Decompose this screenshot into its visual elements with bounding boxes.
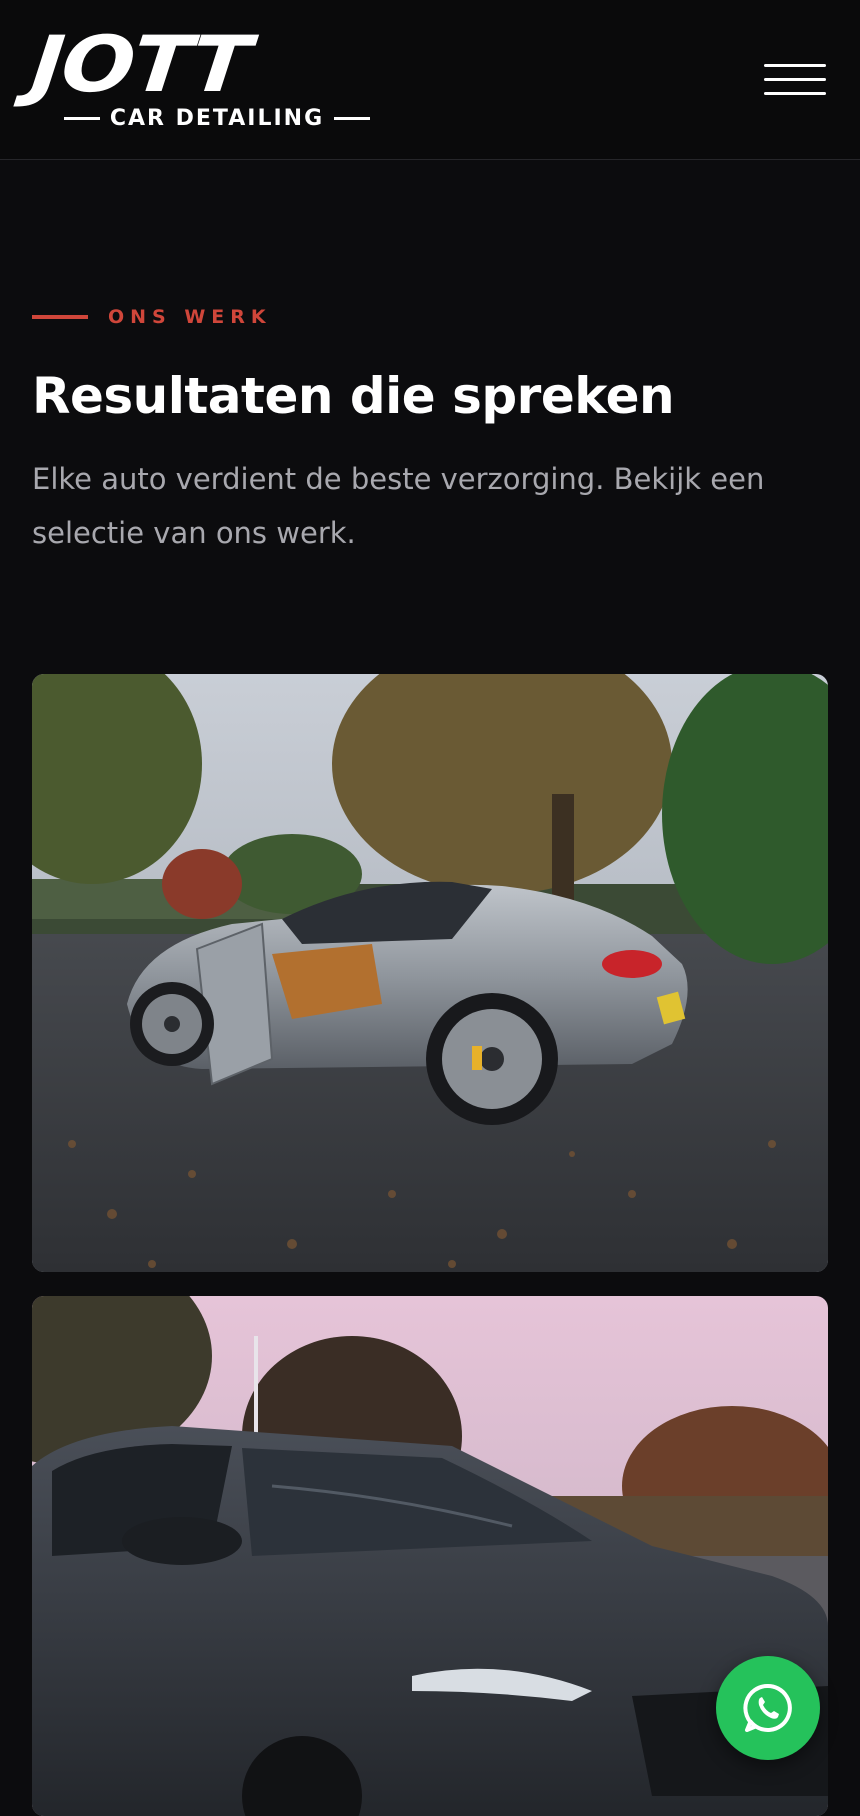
gallery-photo-suv[interactable] (32, 1296, 828, 1816)
eyebrow-label: ONS WERK (108, 306, 272, 328)
logo-tagline: CAR DETAILING (32, 103, 402, 133)
menu-bar (764, 64, 826, 67)
section-eyebrow: ONS WERK (32, 302, 272, 332)
section-intro: Elke auto verdient de beste verzorging. … (32, 462, 765, 550)
logo-divider-right (334, 116, 371, 120)
section-title: Resultaten die spreken (32, 367, 675, 425)
whatsapp-icon (743, 1683, 792, 1732)
logo-subtitle: CAR DETAILING (109, 105, 325, 131)
site-header: JOTT CAR DETAILING (0, 0, 860, 160)
eyebrow-accent-line (32, 315, 88, 319)
hamburger-menu-icon[interactable] (762, 62, 828, 98)
logo-wordmark: JOTT (27, 19, 254, 110)
whatsapp-button[interactable] (716, 1656, 820, 1760)
menu-bar (764, 78, 826, 81)
menu-bar (764, 92, 826, 95)
jott-logo[interactable]: JOTT CAR DETAILING (27, 20, 402, 133)
logo-divider-left (63, 116, 100, 120)
gallery-photo-sports-car[interactable] (32, 674, 828, 1272)
